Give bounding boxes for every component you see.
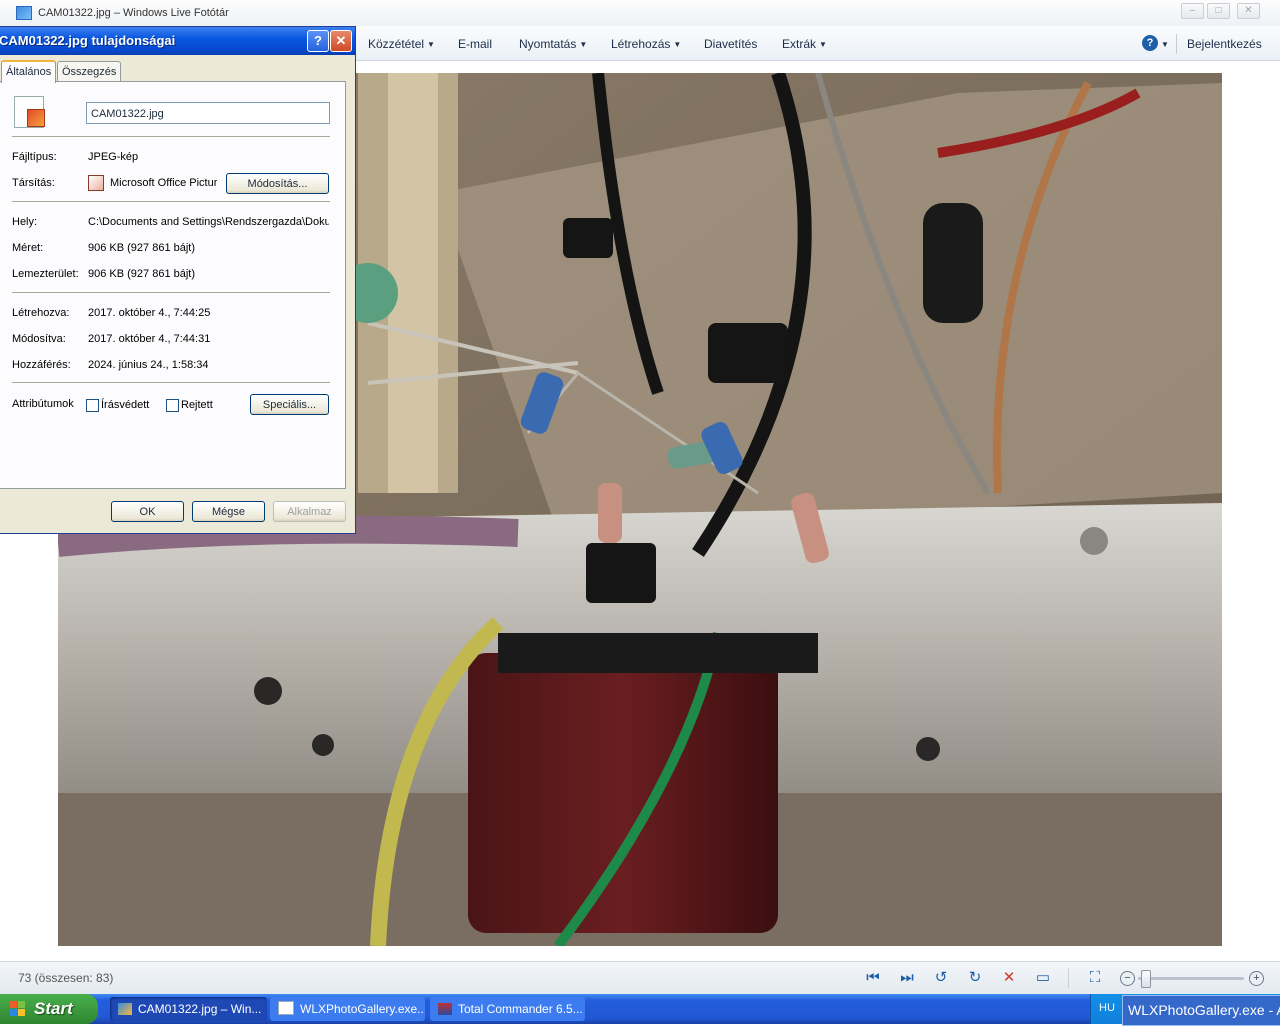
rotate-left-icon[interactable]: ↺ [930,968,952,988]
help-dropdown-icon[interactable]: ▼ [1161,40,1169,49]
delete-icon[interactable]: ✕ [998,968,1020,988]
menu-extras-label: Extrák [782,37,817,51]
menu-extras[interactable]: Extrák ▼ [782,37,827,51]
hidden-label[interactable]: Rejtett [181,399,213,411]
task-label: WLXPhotoGallery.exe... [300,1002,425,1016]
tab-summary[interactable]: Összegzés [57,61,122,82]
hidden-checkbox[interactable] [166,399,179,412]
location-label: Hely: [12,216,38,228]
total-commander-icon [438,1003,452,1015]
close-button[interactable]: ✕ [1237,3,1260,19]
signin-link[interactable]: Bejelentkezés [1187,37,1262,51]
language-indicator[interactable]: HU [1099,1002,1115,1014]
chevron-down-icon: ▼ [579,40,588,49]
photo-counter: 73 (összesen: 83) [18,971,114,985]
modified-value: 2017. október 4., 7:44:31 [88,333,211,345]
menu-publish[interactable]: Közzététel ▼ [368,37,435,51]
photo-gallery-app-icon [16,6,32,20]
task-label: Total Commander 6.5... [458,1002,583,1016]
task-total-commander[interactable]: Total Commander 6.5... [430,997,585,1021]
divider [12,292,330,293]
dialog-titlebar: CAM01322.jpg tulajdonságai ? ✕ [0,27,355,55]
advanced-button[interactable]: Speciális... [250,394,329,415]
size-value: 906 KB (927 861 bájt) [88,242,196,254]
tab-general[interactable]: Általános [1,60,57,83]
dialog-close-button[interactable]: ✕ [330,30,352,52]
location-value: C:\Documents and Settings\Rendszergazda\… [88,216,329,228]
divider [12,382,330,383]
change-button[interactable]: Módosítás... [226,173,329,194]
previous-icon[interactable]: ⏮ [862,968,884,988]
dialog-help-button[interactable]: ? [307,30,329,52]
next-icon[interactable]: ⏭ [896,968,918,988]
association-label: Társítás: [12,177,55,189]
window-icon [278,1001,294,1015]
start-label: Start [34,999,73,1018]
taskbar-popup-wlxphotogallery[interactable]: WLXPhotoGallery.exe - A [1122,995,1280,1026]
menu-separator [1176,34,1177,54]
divider [12,201,330,202]
task-photo-gallery[interactable]: CAM01322.jpg – Win... [110,997,267,1021]
accessed-value: 2024. június 24., 1:58:34 [88,359,209,371]
menu-slideshow[interactable]: Diavetítés [704,37,757,51]
menu-email-label: E-mail [458,37,493,51]
zoom-out-icon[interactable]: − [1120,971,1135,986]
filetype-value: JPEG-kép [88,151,139,163]
task-label: CAM01322.jpg – Win... [138,1002,262,1016]
chevron-down-icon: ▼ [673,40,682,49]
filename-input[interactable]: CAM01322.jpg [86,102,330,124]
readonly-checkbox[interactable] [86,399,99,412]
cancel-button[interactable]: Mégse [192,501,265,522]
slideshow-icon[interactable]: ▭ [1032,968,1054,988]
properties-dialog: CAM01322.jpg tulajdonságai ? ✕ Általános… [0,26,356,534]
general-tab-panel: CAM01322.jpg Fájltípus: JPEG-kép Társítá… [0,81,346,489]
filetype-label: Fájltípus: [12,151,57,163]
accessed-label: Hozzáférés: [12,359,71,371]
readonly-label[interactable]: Írásvédett [101,399,149,411]
created-value: 2017. október 4., 7:44:25 [88,307,211,319]
disk-size-label: Lemezterület: [12,268,79,280]
toolbar-separator [1068,968,1069,988]
menu-slideshow-label: Diavetítés [704,37,758,51]
chevron-down-icon: ▼ [427,40,435,49]
office-picture-icon [88,175,104,191]
taskbar: Start CAM01322.jpg – Win... WLXPhotoGall… [0,994,1280,1024]
bottom-toolbar: 73 (összesen: 83) ⏮ ⏭ ↺ ↻ ✕ ▭ ⛶ − + [0,961,1280,995]
menu-print-label: Nyomtatás [519,37,577,51]
maximize-button[interactable]: □ [1207,3,1230,19]
rotate-right-icon[interactable]: ↻ [964,968,986,988]
window-titlebar: CAM01322.jpg – Windows Live Fotótár – □ … [0,0,1280,27]
zoom-slider-track[interactable] [1138,977,1244,980]
chevron-down-icon: ▼ [819,40,827,49]
jpeg-file-icon [14,96,45,128]
minimize-button[interactable]: – [1181,3,1204,19]
actual-size-icon[interactable]: ⛶ [1084,968,1106,988]
menu-email[interactable]: E-mail [458,37,492,51]
windows-flag-icon [10,1001,26,1017]
menu-print[interactable]: Nyomtatás ▼ [519,37,587,51]
divider [12,136,330,137]
apply-button[interactable]: Alkalmaz [273,501,346,522]
photo-gallery-icon [118,1003,132,1015]
dialog-title: CAM01322.jpg tulajdonságai [0,33,176,48]
task-wlxphotogallery[interactable]: WLXPhotoGallery.exe... [270,997,425,1021]
size-label: Méret: [12,242,44,254]
zoom-slider-thumb[interactable] [1140,970,1151,988]
menu-publish-label: Közzététel [368,37,425,51]
association-value: Microsoft Office Pictur [110,177,218,189]
help-icon[interactable]: ? [1142,35,1158,51]
ok-button[interactable]: OK [111,501,184,522]
window-title: CAM01322.jpg – Windows Live Fotótár [38,7,229,19]
modified-label: Módosítva: [12,333,66,345]
menu-create-label: Létrehozás [611,37,671,51]
created-label: Létrehozva: [12,307,70,319]
disk-size-value: 906 KB (927 861 bájt) [88,268,196,280]
zoom-in-icon[interactable]: + [1249,971,1264,986]
menu-create[interactable]: Létrehozás ▼ [611,37,681,51]
start-button[interactable]: Start [0,994,98,1024]
attributes-label: Attribútumok [12,398,74,410]
